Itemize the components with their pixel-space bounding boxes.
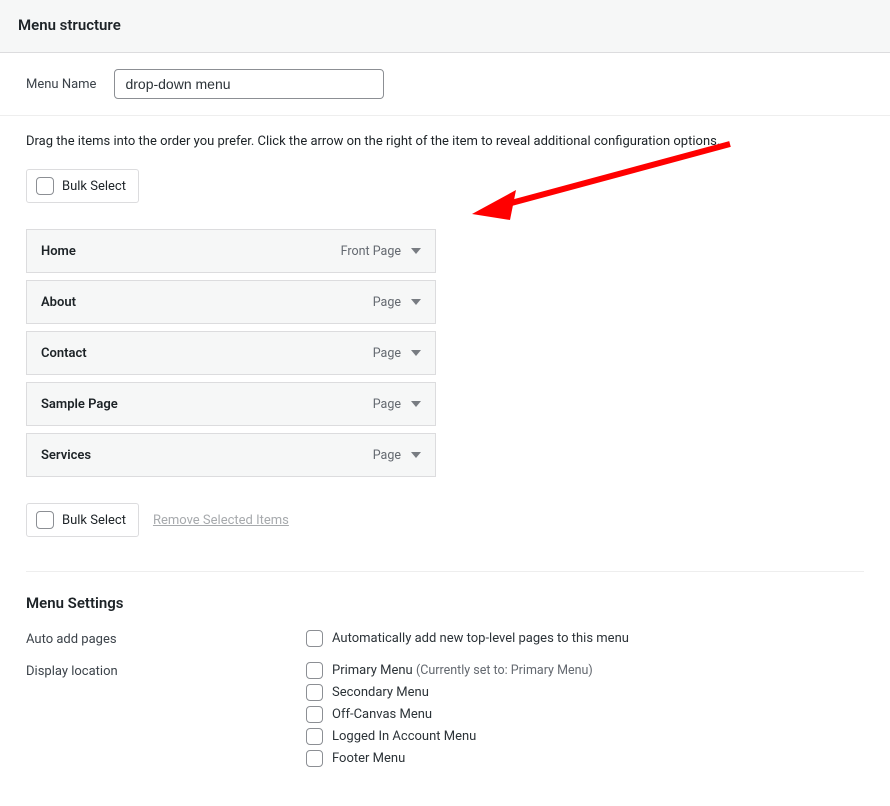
menu-name-row: Menu Name xyxy=(0,53,890,116)
menu-item-type: Page xyxy=(373,346,401,361)
bulk-actions-row: Bulk Select Remove Selected Items xyxy=(26,503,864,537)
auto-add-pages-row: Auto add pages Automatically add new top… xyxy=(26,630,864,652)
remove-selected-link[interactable]: Remove Selected Items xyxy=(153,513,289,528)
display-location-text: Off-Canvas Menu xyxy=(332,707,432,722)
panel-title: Menu structure xyxy=(18,16,872,34)
menu-item-title: About xyxy=(41,295,76,310)
menu-item[interactable]: Home Front Page xyxy=(26,229,436,273)
display-location-note: (Currently set to: Primary Menu) xyxy=(416,663,593,678)
display-location-checkbox[interactable] xyxy=(306,706,323,723)
menu-item-meta: Page xyxy=(373,397,421,412)
menu-item-type: Page xyxy=(373,295,401,310)
menu-name-label: Menu Name xyxy=(26,77,96,92)
menu-item-title: Sample Page xyxy=(41,397,118,412)
display-location-checkbox[interactable] xyxy=(306,684,323,701)
menu-item[interactable]: About Page xyxy=(26,280,436,324)
divider xyxy=(26,571,864,572)
display-location-label: Display location xyxy=(26,662,306,679)
menu-item-meta: Page xyxy=(373,346,421,361)
menu-item-title: Home xyxy=(41,244,76,259)
display-location-text: Secondary Menu xyxy=(332,685,429,700)
menu-name-input[interactable] xyxy=(114,69,384,99)
auto-add-pages-checkbox[interactable] xyxy=(306,630,323,647)
display-location-row: Display location Primary Menu (Currently… xyxy=(26,662,864,772)
menu-item-meta: Front Page xyxy=(341,244,421,259)
display-location-option[interactable]: Secondary Menu xyxy=(306,684,864,701)
display-location-text: Logged In Account Menu xyxy=(332,729,476,744)
expand-icon[interactable] xyxy=(411,401,421,407)
display-location-text: Primary Menu (Currently set to: Primary … xyxy=(332,663,593,678)
bulk-select-bottom[interactable]: Bulk Select xyxy=(26,503,139,537)
instructions-text: Drag the items into the order you prefer… xyxy=(26,134,864,149)
bulk-select-checkbox[interactable] xyxy=(36,511,54,529)
menu-item[interactable]: Sample Page Page xyxy=(26,382,436,426)
bulk-select-label: Bulk Select xyxy=(62,179,126,194)
display-location-option[interactable]: Primary Menu (Currently set to: Primary … xyxy=(306,662,864,679)
menu-item-type: Page xyxy=(373,448,401,463)
expand-icon[interactable] xyxy=(411,452,421,458)
auto-add-pages-option[interactable]: Automatically add new top-level pages to… xyxy=(306,630,864,647)
bulk-select-top[interactable]: Bulk Select xyxy=(26,169,139,203)
display-location-option[interactable]: Off-Canvas Menu xyxy=(306,706,864,723)
menu-item[interactable]: Contact Page xyxy=(26,331,436,375)
menu-items-list: HomeFront PageAboutPageContactPageSample… xyxy=(26,229,436,477)
display-location-option[interactable]: Footer Menu xyxy=(306,750,864,767)
menu-item-type: Front Page xyxy=(341,244,401,259)
expand-icon[interactable] xyxy=(411,299,421,305)
menu-item[interactable]: Services Page xyxy=(26,433,436,477)
bulk-select-checkbox[interactable] xyxy=(36,177,54,195)
auto-add-pages-text: Automatically add new top-level pages to… xyxy=(332,631,629,646)
display-location-options: Primary Menu (Currently set to: Primary … xyxy=(306,662,864,772)
annotation-arrow xyxy=(460,136,750,236)
bulk-select-label: Bulk Select xyxy=(62,513,126,528)
display-location-checkbox[interactable] xyxy=(306,728,323,745)
menu-settings-heading: Menu Settings xyxy=(26,594,864,612)
expand-icon[interactable] xyxy=(411,350,421,356)
menu-item-title: Contact xyxy=(41,346,87,361)
expand-icon[interactable] xyxy=(411,248,421,254)
auto-add-pages-label: Auto add pages xyxy=(26,630,306,647)
display-location-text: Footer Menu xyxy=(332,751,405,766)
display-location-checkbox[interactable] xyxy=(306,750,323,767)
menu-item-title: Services xyxy=(41,448,91,463)
menu-item-meta: Page xyxy=(373,448,421,463)
display-location-checkbox[interactable] xyxy=(306,662,323,679)
menu-item-meta: Page xyxy=(373,295,421,310)
display-location-option[interactable]: Logged In Account Menu xyxy=(306,728,864,745)
menu-item-type: Page xyxy=(373,397,401,412)
panel-body: Drag the items into the order you prefer… xyxy=(0,116,890,806)
panel-header: Menu structure xyxy=(0,0,890,53)
